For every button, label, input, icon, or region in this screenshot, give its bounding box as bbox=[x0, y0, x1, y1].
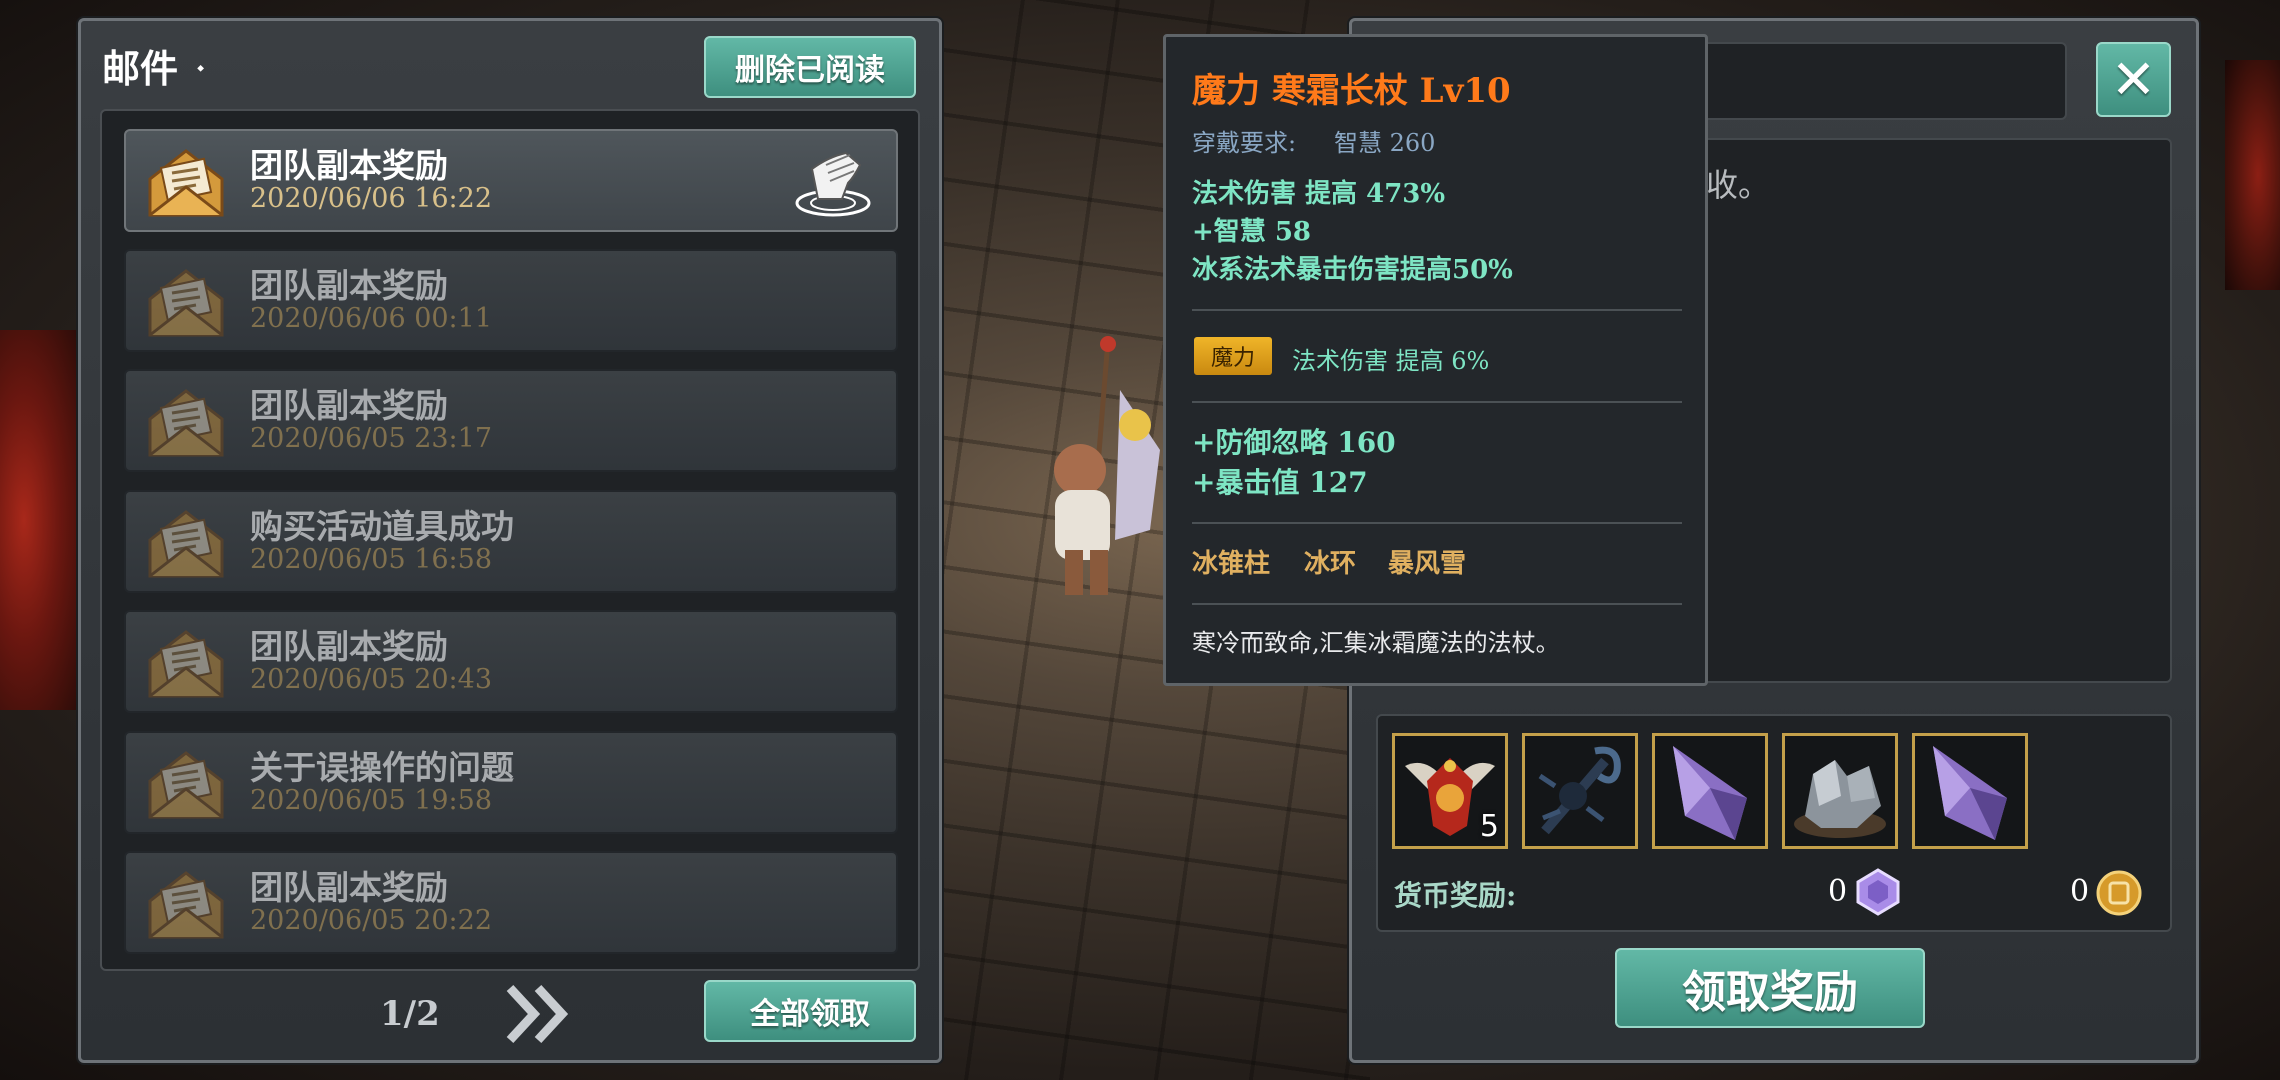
requirement-value: 智慧 260 bbox=[1334, 129, 1436, 157]
tooltip-divider bbox=[1192, 309, 1682, 311]
lava-glow-right bbox=[2225, 60, 2280, 290]
mail-item[interactable]: 团队副本奖励 2020/06/06 16:22 bbox=[124, 129, 898, 232]
stat-wisdom: +智慧 58 bbox=[1192, 217, 1312, 247]
envelope-icon bbox=[148, 630, 224, 698]
envelope-icon bbox=[148, 389, 224, 457]
envelope-icon bbox=[148, 751, 224, 819]
double-chevron-right-icon bbox=[506, 984, 569, 1044]
currency-label: 货币奖励: bbox=[1394, 879, 1517, 912]
mail-item-date: 2020/06/05 23:17 bbox=[250, 423, 493, 454]
gem-amount: 0 bbox=[1828, 874, 1848, 909]
tooltip-divider bbox=[1192, 603, 1682, 605]
skill-ice-ring: 冰环 bbox=[1304, 549, 1357, 579]
reward-slot-1[interactable]: 5 bbox=[1392, 733, 1508, 849]
mail-item-date: 2020/06/05 19:58 bbox=[250, 785, 493, 816]
reward-slot-5[interactable] bbox=[1912, 733, 2028, 849]
coin-amount: 0 bbox=[2070, 874, 2090, 909]
skill-ice-pillar: 冰锥柱 bbox=[1192, 549, 1271, 579]
envelope-icon bbox=[148, 871, 224, 939]
affix-text: 法术伤害 提高 6% bbox=[1292, 347, 1490, 375]
mail-list: 团队副本奖励 2020/06/06 16:22 团队副本奖励 2020/06/06 0… bbox=[100, 109, 920, 971]
reward-slot-1-count: 5 bbox=[1479, 809, 1499, 844]
tooltip-divider bbox=[1192, 522, 1682, 524]
mail-item-title: 团队副本奖励 bbox=[250, 627, 448, 666]
mail-item[interactable]: 团队副本奖励 2020/06/06 00:11 bbox=[124, 249, 898, 352]
claim-all-button[interactable]: 全部领取 bbox=[704, 980, 916, 1042]
gold-coin-icon bbox=[2096, 870, 2142, 916]
affix-badge: 魔力 bbox=[1194, 337, 1272, 375]
mail-item-title: 团队副本奖励 bbox=[250, 868, 448, 907]
mail-item-title: 团队副本奖励 bbox=[250, 266, 448, 305]
next-page-button[interactable] bbox=[506, 984, 576, 1044]
stat-crit-value: +暴击值 127 bbox=[1192, 466, 1368, 499]
claim-reward-button[interactable]: 领取奖励 bbox=[1615, 948, 1925, 1028]
purple-crystal-icon bbox=[1673, 746, 1747, 840]
mail-item[interactable]: 购买活动道具成功 2020/06/05 16:58 bbox=[124, 490, 898, 593]
mail-item-title: 团队副本奖励 bbox=[250, 386, 448, 425]
item-description: 寒冷而致命,汇集冰霜魔法的法杖。 bbox=[1192, 629, 1560, 657]
mail-body-text: 收。 bbox=[1706, 166, 1771, 204]
requirement-label: 穿戴要求: bbox=[1192, 129, 1297, 157]
mail-item-date: 2020/06/05 16:58 bbox=[250, 544, 493, 575]
mail-item-date: 2020/06/05 20:22 bbox=[250, 905, 493, 936]
ore-chunk-icon bbox=[1794, 760, 1886, 838]
mail-item[interactable]: 团队副本奖励 2020/06/05 23:17 bbox=[124, 369, 898, 472]
tap-hand-icon bbox=[795, 151, 871, 217]
envelope-icon bbox=[148, 149, 224, 217]
stat-spell-damage: 法术伤害 提高 473% bbox=[1192, 179, 1446, 209]
tooltip-divider bbox=[1192, 401, 1682, 403]
mail-item-title: 关于误操作的问题 bbox=[250, 748, 514, 787]
skill-blizzard: 暴风雪 bbox=[1388, 549, 1467, 579]
title-arrow-icon: ⬩ bbox=[197, 55, 205, 79]
delete-read-button[interactable]: 删除已阅读 bbox=[704, 36, 916, 98]
item-tooltip: 魔力 寒霜长杖 Lv10 穿戴要求: 智慧 260 法术伤害 提高 473% +… bbox=[1163, 34, 1708, 686]
envelope-icon bbox=[148, 510, 224, 578]
page-indicator: 1/2 bbox=[380, 994, 440, 1034]
mail-item-date: 2020/06/06 16:22 bbox=[250, 183, 493, 214]
mail-item[interactable]: 团队副本奖励 2020/06/05 20:43 bbox=[124, 610, 898, 713]
mail-item-date: 2020/06/06 00:11 bbox=[250, 303, 493, 334]
mail-item[interactable]: 团队副本奖励 2020/06/05 20:22 bbox=[124, 851, 898, 954]
reward-slot-3[interactable] bbox=[1652, 733, 1768, 849]
mail-item[interactable]: 关于误操作的问题 2020/06/05 19:58 bbox=[124, 731, 898, 834]
mail-item-title: 购买活动道具成功 bbox=[250, 507, 514, 546]
mail-item-date: 2020/06/05 20:43 bbox=[250, 664, 493, 695]
close-button[interactable]: ✕ bbox=[2096, 42, 2171, 117]
close-icon: ✕ bbox=[2110, 48, 2157, 111]
stat-ice-crit: 冰系法术暴击伤害提高50% bbox=[1192, 255, 1513, 285]
purple-crystal-icon bbox=[1933, 746, 2007, 840]
mail-panel-title: 邮件 bbox=[102, 46, 179, 91]
lava-glow-left bbox=[0, 330, 80, 710]
reward-slot-4[interactable] bbox=[1782, 733, 1898, 849]
stat-defense-ignore: +防御忽略 160 bbox=[1192, 426, 1396, 459]
purple-gem-icon bbox=[1856, 868, 1900, 916]
scorpion-staff-icon bbox=[1538, 746, 1621, 835]
reward-slot-2[interactable] bbox=[1522, 733, 1638, 849]
item-name: 魔力 寒霜长杖 Lv10 bbox=[1192, 71, 1511, 111]
envelope-icon bbox=[148, 269, 224, 337]
player-character bbox=[1054, 336, 1160, 595]
mail-item-title: 团队副本奖励 bbox=[250, 146, 448, 185]
